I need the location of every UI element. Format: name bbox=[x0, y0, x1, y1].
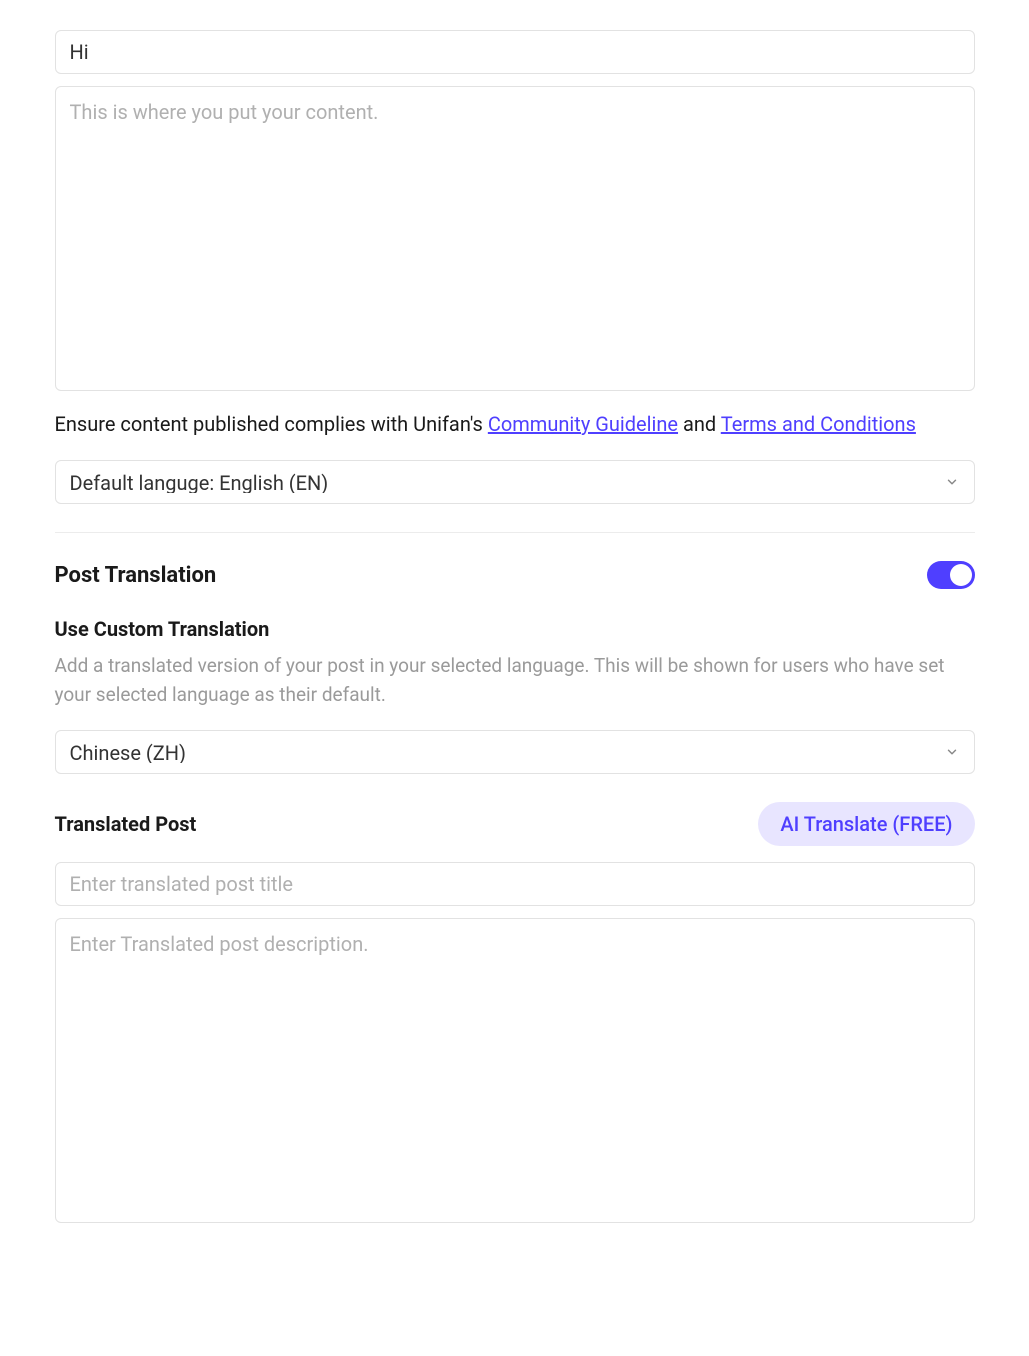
default-language-select[interactable]: Default languge: English (EN) bbox=[55, 460, 975, 504]
post-content-textarea[interactable] bbox=[55, 86, 975, 391]
toggle-knob bbox=[950, 564, 972, 586]
terms-conditions-link[interactable]: Terms and Conditions bbox=[721, 412, 916, 436]
section-divider bbox=[55, 532, 975, 533]
ai-translate-button[interactable]: AI Translate (FREE) bbox=[758, 802, 974, 846]
compliance-prefix: Ensure content published complies with U… bbox=[55, 412, 488, 436]
compliance-joiner: and bbox=[678, 412, 721, 436]
post-title-input[interactable] bbox=[55, 30, 975, 74]
translation-language-select-wrapper: Chinese (ZH) bbox=[55, 730, 975, 774]
community-guideline-link[interactable]: Community Guideline bbox=[488, 412, 678, 436]
translation-language-select[interactable]: Chinese (ZH) bbox=[55, 730, 975, 774]
translated-description-textarea[interactable] bbox=[55, 918, 975, 1223]
custom-translation-help: Add a translated version of your post in… bbox=[55, 651, 975, 710]
post-translation-header: Post Translation bbox=[55, 561, 975, 589]
translated-title-input[interactable] bbox=[55, 862, 975, 906]
post-translation-toggle[interactable] bbox=[927, 561, 975, 589]
compliance-notice: Ensure content published complies with U… bbox=[55, 410, 975, 438]
post-translation-title: Post Translation bbox=[55, 563, 217, 588]
custom-translation-title: Use Custom Translation bbox=[55, 617, 975, 641]
translated-post-header: Translated Post AI Translate (FREE) bbox=[55, 802, 975, 846]
default-language-select-wrapper: Default languge: English (EN) bbox=[55, 460, 975, 504]
translated-post-label: Translated Post bbox=[55, 812, 197, 836]
